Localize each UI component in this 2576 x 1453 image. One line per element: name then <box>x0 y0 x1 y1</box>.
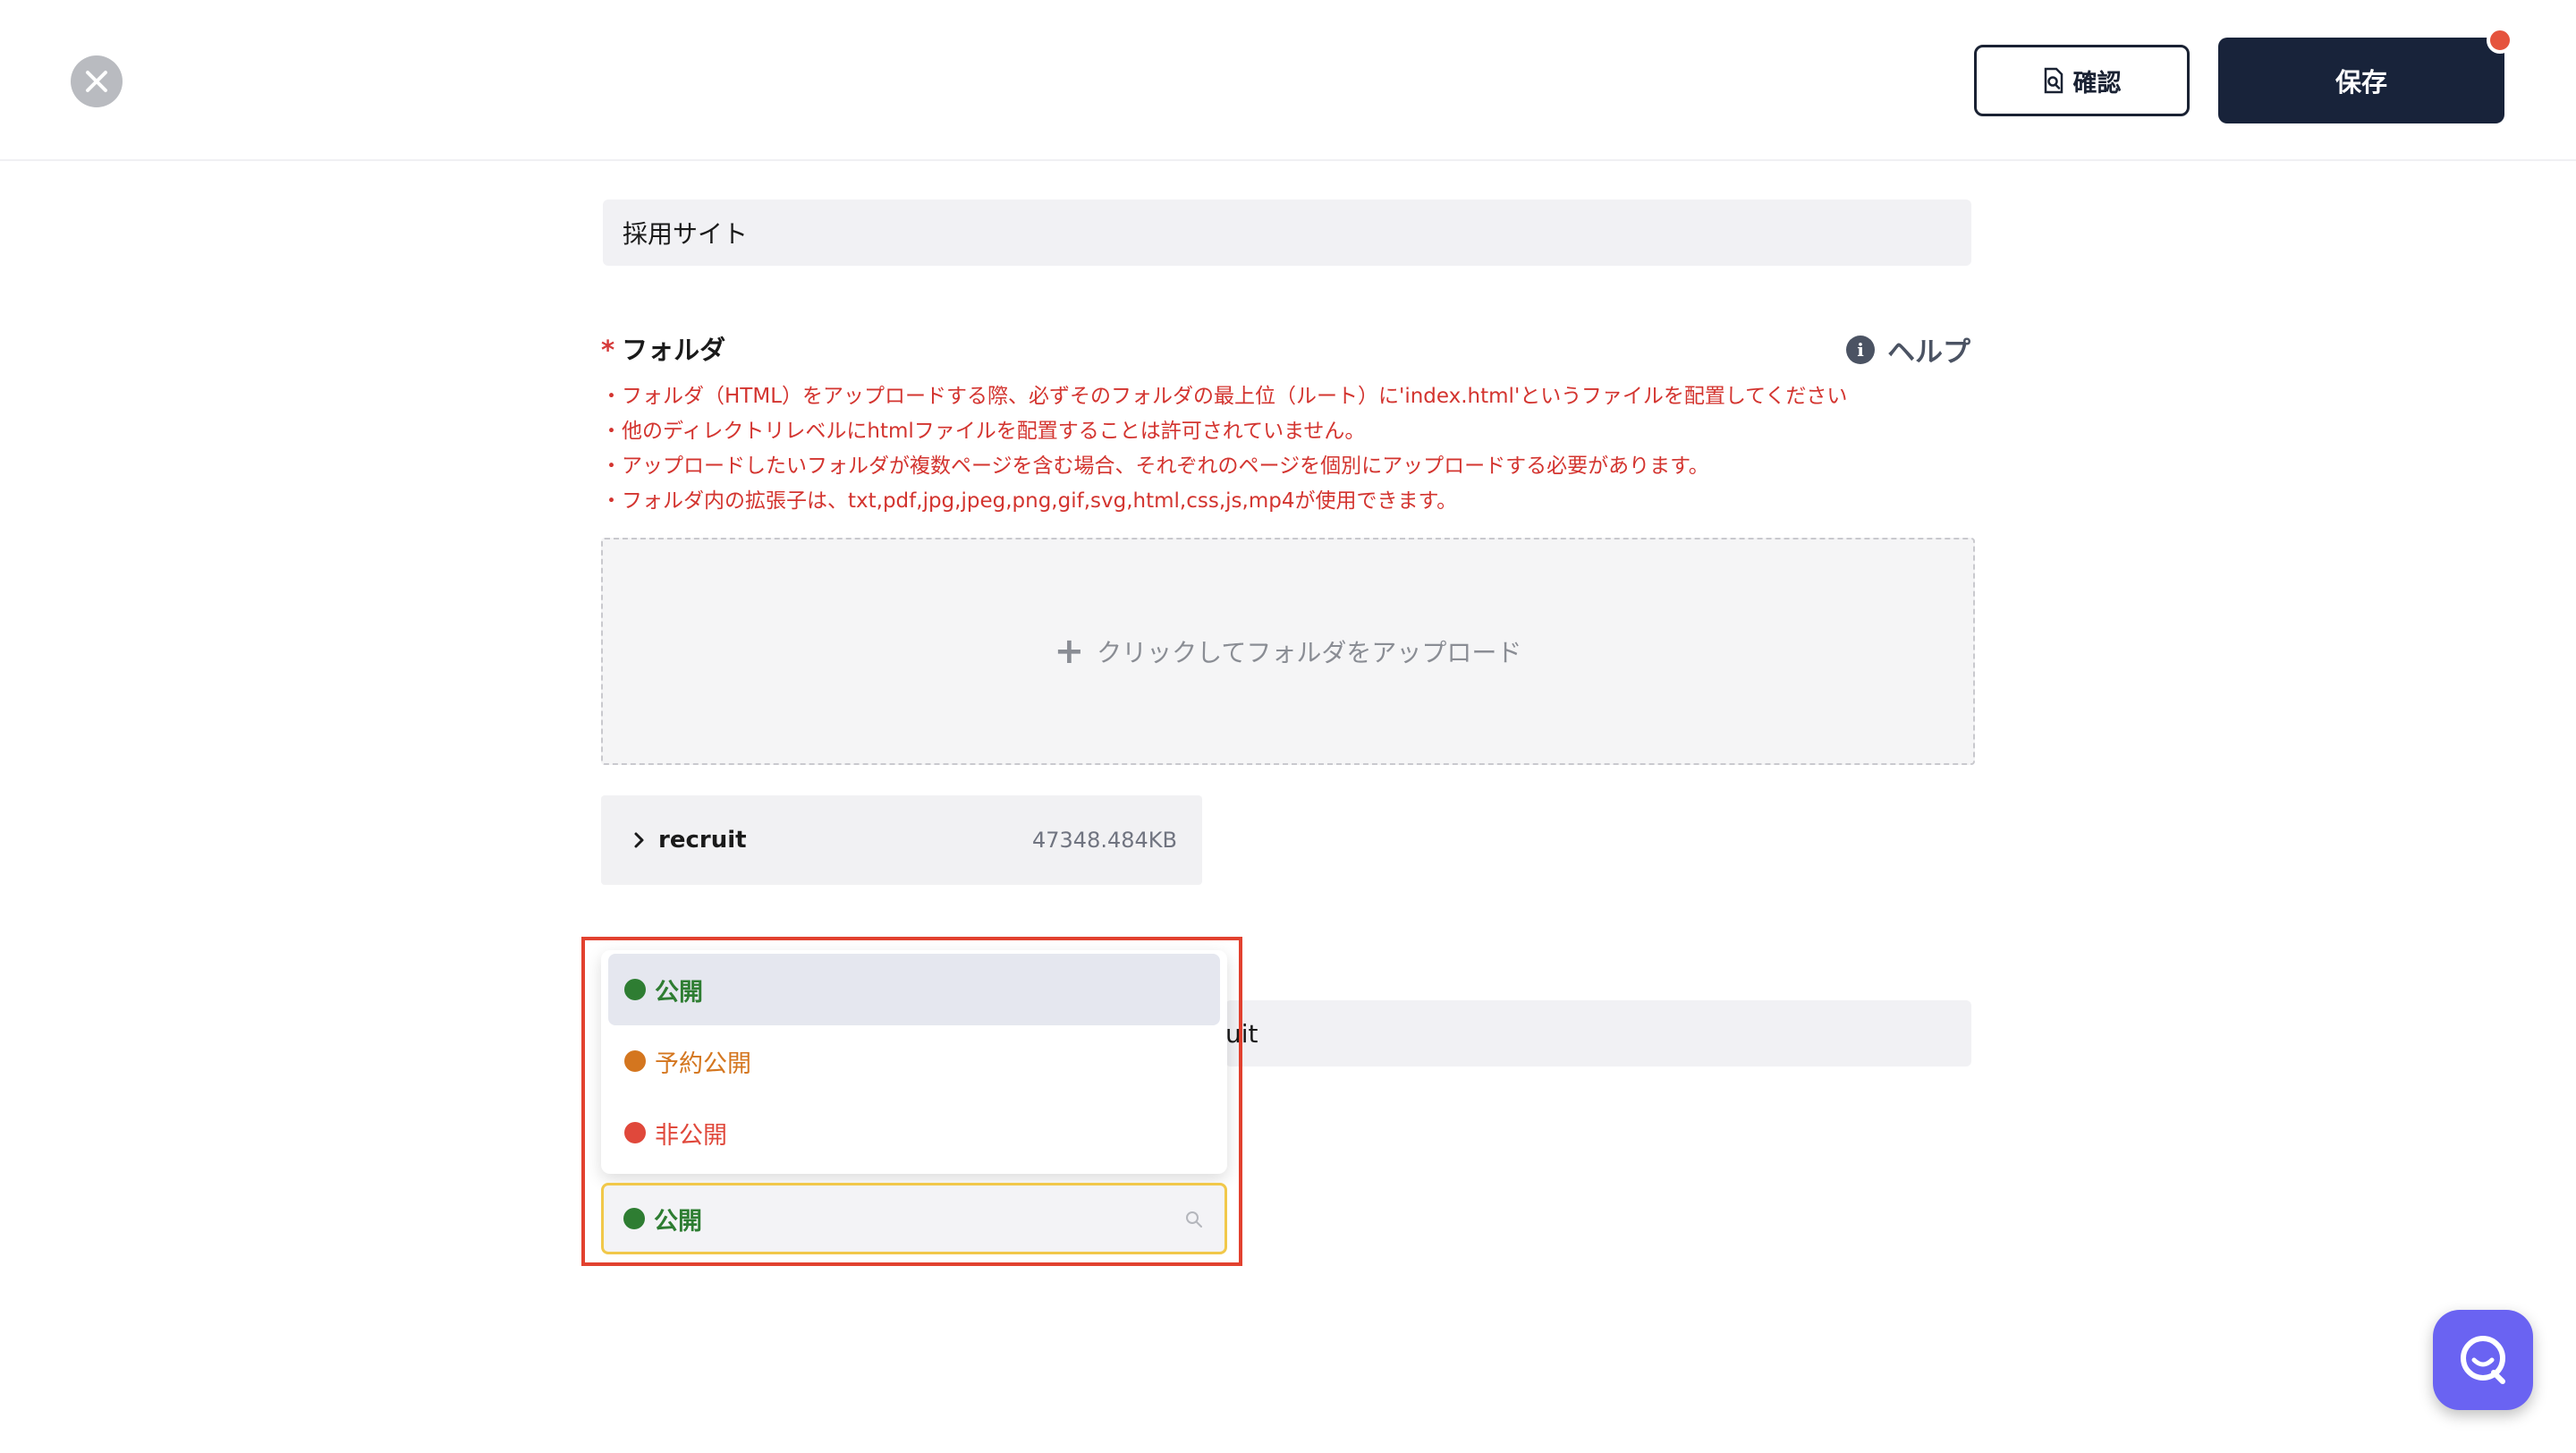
close-button[interactable] <box>71 55 123 107</box>
status-dot-icon <box>624 1122 646 1143</box>
plus-icon: + <box>1054 631 1085 672</box>
top-bar: 確認 保存 <box>0 0 2576 161</box>
path-input[interactable]: uit <box>1225 1000 1971 1066</box>
chat-icon <box>2461 1336 2505 1384</box>
required-mark: * <box>601 335 615 365</box>
status-option-label: 予約公開 <box>655 1049 751 1078</box>
status-option-public[interactable]: 公開 <box>608 954 1220 1025</box>
status-option-label: 公開 <box>655 978 703 1007</box>
folder-upload-notes: ・フォルダ（HTML）をアップロードする際、必ずそのフォルダの最上位（ルート）に… <box>601 379 1847 519</box>
folder-name: recruit <box>633 827 747 854</box>
status-option-label: 非公開 <box>655 1121 727 1150</box>
close-icon <box>86 71 107 92</box>
chevron-right-icon <box>634 832 644 848</box>
folder-section-label: * フォルダ <box>601 329 725 367</box>
folder-name-text: recruit <box>658 827 747 854</box>
site-name-value: 採用サイト <box>623 219 749 249</box>
search-icon <box>1186 1211 1202 1228</box>
note-item: ・他のディレクトリレベルにhtmlファイルを配置することは許可されていません。 <box>601 420 1366 443</box>
note-item: ・アップロードしたいフォルダが複数ページを含む場合、それぞれのページを個別にアッ… <box>601 455 1709 478</box>
save-button-label: 保存 <box>2334 67 2387 98</box>
save-button[interactable]: 保存 <box>2218 38 2504 123</box>
folder-upload-dropzone[interactable]: + クリックしてフォルダをアップロード <box>601 538 1975 765</box>
status-dropdown-menu: 公開 予約公開 非公開 <box>601 950 1227 1174</box>
status-dot-icon <box>624 979 646 1000</box>
folder-label-text: フォルダ <box>622 335 726 365</box>
help-label: ヘルプ <box>1887 336 1970 369</box>
upload-label: クリックしてフォルダをアップロード <box>1097 638 1522 667</box>
site-name-input[interactable]: 採用サイト <box>603 200 1971 266</box>
note-item: ・フォルダ内の拡張子は、txt,pdf,jpg,jpeg,png,gif,svg… <box>601 489 1458 513</box>
confirm-button[interactable]: 確認 <box>1974 45 2190 116</box>
chat-widget-button[interactable] <box>2433 1310 2533 1410</box>
uploaded-folder-row[interactable]: recruit 47348.484KB <box>601 795 1202 885</box>
status-dot-icon <box>624 1050 646 1072</box>
notification-badge <box>2487 27 2513 54</box>
confirm-button-label: 確認 <box>2072 69 2122 98</box>
note-item: ・フォルダ（HTML）をアップロードする際、必ずそのフォルダの最上位（ルート）に… <box>601 385 1848 408</box>
folder-size: 47348.484KB <box>1032 828 1177 853</box>
status-select-value: 公開 <box>654 1207 702 1236</box>
info-icon: i <box>1846 335 1875 364</box>
status-option-scheduled[interactable]: 予約公開 <box>608 1025 1220 1097</box>
status-select[interactable]: 公開 <box>601 1183 1227 1254</box>
status-dot-icon <box>623 1208 645 1229</box>
document-search-icon <box>2044 67 2063 94</box>
status-option-private[interactable]: 非公開 <box>608 1097 1220 1168</box>
help-link[interactable]: i ヘルプ <box>1846 329 1970 370</box>
